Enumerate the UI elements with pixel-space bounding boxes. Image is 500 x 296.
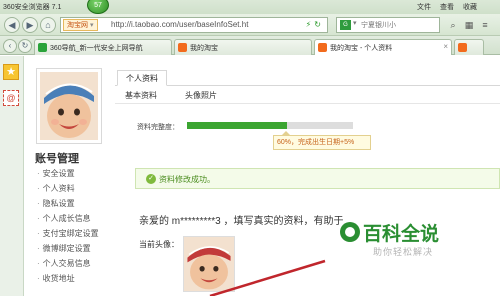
chevron-down-icon: ▾ xyxy=(90,22,94,29)
taobao-favicon-icon xyxy=(318,43,327,52)
site-identity-label: 淘宝网 xyxy=(67,22,88,29)
search-icon[interactable]: ⌕ xyxy=(446,18,460,32)
home-button[interactable]: ⌂ xyxy=(40,17,56,33)
tab-my-taobao[interactable]: 我的淘宝 xyxy=(174,39,312,55)
taobao-favicon-icon xyxy=(458,43,467,52)
tab-back-icon[interactable]: ‹ xyxy=(3,39,17,53)
tab-label: 360导航_新一代安全上网导航 xyxy=(50,45,143,52)
annotation-arrow xyxy=(209,259,326,296)
app-title: 360安全浏览器 7.1 xyxy=(3,4,62,11)
tab-label: 我的淘宝 xyxy=(190,45,218,52)
close-icon[interactable]: × xyxy=(443,42,448,51)
tab-bar: ‹ ↻ 360导航_新一代安全上网导航 我的淘宝 我的淘宝 - 个人资料 × xyxy=(0,36,500,55)
notification-badge[interactable]: 57 xyxy=(87,0,109,14)
search-input[interactable] xyxy=(361,19,437,31)
url-text[interactable]: http://i.taobao.com/user/baseInfoSet.ht xyxy=(111,20,248,29)
site-identity[interactable]: 淘宝网 ▾ xyxy=(63,19,98,31)
tab-refresh-icon[interactable]: ↻ xyxy=(18,39,32,53)
menu-view[interactable]: 查看 xyxy=(440,2,454,12)
back-button[interactable]: ◀ xyxy=(4,17,20,33)
tab-profile[interactable]: 我的淘宝 - 个人资料 × xyxy=(314,39,452,55)
taobao-favicon-icon xyxy=(178,43,187,52)
side-toolbar: ★ @ xyxy=(0,56,24,296)
search-engine-dropdown-icon[interactable]: ▾ xyxy=(353,19,357,27)
menu-file[interactable]: 文件 xyxy=(417,2,431,12)
address-box[interactable]: 淘宝网 ▾ http://i.taobao.com/user/baseInfoSe… xyxy=(60,17,328,33)
menu-favorites[interactable]: 收藏 xyxy=(463,2,477,12)
star-icon[interactable]: ★ xyxy=(3,64,19,80)
tab-360-nav[interactable]: 360导航_新一代安全上网导航 xyxy=(34,39,172,55)
weibo-icon[interactable]: @ xyxy=(3,90,19,106)
page-content: 账号管理 安全设置 个人资料 隐私设置 个人成长信息 支付宝绑定设置 微博绑定设… xyxy=(25,56,500,296)
search-engine-icon[interactable]: G xyxy=(340,20,351,30)
watermark-subtitle: 助你轻松解决 xyxy=(373,247,434,257)
watermark-logo-icon xyxy=(340,222,360,242)
watermark-title: 百科全说 xyxy=(363,224,440,245)
title-bar: 360安全浏览器 7.1 57 文件 查看 收藏 xyxy=(0,0,500,14)
forward-button[interactable]: ▶ xyxy=(22,17,38,33)
new-tab-button[interactable] xyxy=(454,39,484,55)
360-favicon-icon xyxy=(38,43,47,52)
grid-icon[interactable]: ▦ xyxy=(462,18,476,32)
menu-icon[interactable]: ≡ xyxy=(478,18,492,32)
search-box[interactable]: G ▾ xyxy=(336,17,440,33)
url-action-icons[interactable]: ⚡↻ xyxy=(306,20,324,29)
browser-window: 360安全浏览器 7.1 57 文件 查看 收藏 ◀ ▶ ⌂ 淘宝网 ▾ http… xyxy=(0,0,500,296)
tab-label: 我的淘宝 - 个人资料 xyxy=(330,45,393,52)
address-toolbar: ◀ ▶ ⌂ 淘宝网 ▾ http://i.taobao.com/user/base… xyxy=(0,14,500,36)
